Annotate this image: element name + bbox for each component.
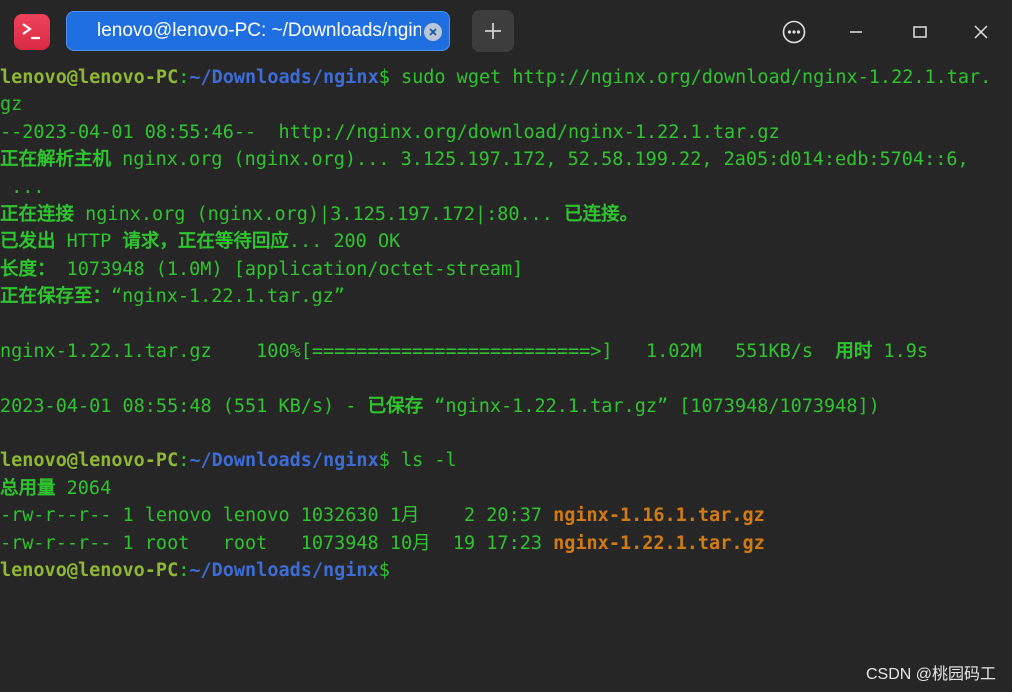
output-label: 正在解析主机 xyxy=(0,149,112,171)
minimize-button[interactable] xyxy=(838,14,874,50)
terminal-line: 正在保存至：“nginx-1.22.1.tar.gz” xyxy=(0,283,1012,310)
output-text: nginx.org (nginx.org)|3.125.197.172|:80.… xyxy=(74,203,565,225)
terminal-line: lenovo@lenovo-PC:~/Downloads/nginx$ xyxy=(0,557,1012,584)
prompt-path: ~/Downloads/nginx xyxy=(189,67,379,88)
command-wrap: gz xyxy=(0,94,23,116)
tab-terminal[interactable]: lenovo@lenovo-PC: ~/Downloads/nginx xyxy=(66,11,450,51)
terminal-line: 已发出 HTTP 请求，正在等待回应... 200 OK xyxy=(0,228,1012,255)
prompt-path: ~/Downloads/nginx xyxy=(189,450,379,472)
more-options-icon xyxy=(782,20,806,44)
prompt-colon: : xyxy=(178,450,190,472)
output-text: 1.9s xyxy=(872,340,929,362)
prompt-dollar: $ xyxy=(378,450,390,472)
file-name: nginx-1.16.1.tar.gz xyxy=(553,505,765,527)
file-row: -rw-r--r-- 1 root root 1073948 10月 19 17… xyxy=(0,530,1012,557)
terminal-line: 总用量 2064 xyxy=(0,475,1012,502)
close-icon xyxy=(974,25,988,39)
output-label: 已发出 xyxy=(0,231,56,253)
output-label: 总用量 xyxy=(0,477,56,499)
prompt-colon: : xyxy=(178,560,190,582)
prompt-dollar: $ xyxy=(378,560,390,582)
output-text: “nginx-1.22.1.tar.gz” [1073948/1073948]) xyxy=(423,395,880,417)
output-label: 已连接。 xyxy=(564,203,639,225)
file-row: -rw-r--r-- 1 lenovo lenovo 1032630 1月 2 … xyxy=(0,502,1012,529)
output-text: 2064 xyxy=(55,477,112,499)
prompt-path: ~/Downloads/nginx xyxy=(189,560,379,582)
terminal-line: 2023-04-01 08:55:48 (551 KB/s) - 已保存 “ng… xyxy=(0,393,1012,420)
terminal-line: lenovo@lenovo-PC:~/Downloads/nginx$ sudo… xyxy=(0,64,1012,91)
terminal-window: lenovo@lenovo-PC: ~/Downloads/nginx leno… xyxy=(0,0,1012,692)
terminal-line: ... xyxy=(0,174,1012,201)
watermark: CSDN @桃园码工 xyxy=(865,666,996,683)
terminal-line: 长度： 1073948 (1.0M) [application/octet-st… xyxy=(0,256,1012,283)
file-meta: -rw-r--r-- 1 root root 1073948 10月 19 17… xyxy=(0,532,554,554)
output-label: 已保存 xyxy=(367,395,424,417)
output-label: 请求，正在等待回应 xyxy=(122,231,289,253)
terminal-line: 正在连接 nginx.org (nginx.org)|3.125.197.172… xyxy=(0,201,1012,228)
output-text: nginx.org (nginx.org)... 3.125.197.172, … xyxy=(111,149,969,171)
file-name: nginx-1.22.1.tar.gz xyxy=(553,532,765,554)
terminal-line: gz xyxy=(0,91,1012,118)
prompt-user: lenovo@lenovo-PC xyxy=(0,450,179,472)
output-label: 正在连接 xyxy=(0,203,75,225)
menu-button[interactable] xyxy=(776,14,812,50)
title-bar: lenovo@lenovo-PC: ~/Downloads/nginx xyxy=(0,0,1012,64)
minimize-icon xyxy=(850,31,862,33)
prompt-dollar: $ xyxy=(378,67,390,88)
prompt-user: lenovo@lenovo-PC xyxy=(0,560,179,582)
maximize-button[interactable] xyxy=(902,14,938,50)
terminal-line: lenovo@lenovo-PC:~/Downloads/nginx$ ls -… xyxy=(0,447,1012,474)
output-text: --2023-04-01 08:55:46-- http://nginx.org… xyxy=(0,121,780,143)
output-text: 1073948 (1.0M) [application/octet-stream… xyxy=(55,258,524,280)
new-tab-button[interactable] xyxy=(472,10,514,52)
output-label: 正在保存至： xyxy=(0,286,112,308)
command-text: ls -l xyxy=(389,450,457,472)
tab-title: lenovo@lenovo-PC: ~/Downloads/nginx xyxy=(97,20,421,41)
command-text: sudo wget http://nginx.org/download/ngin… xyxy=(389,67,992,88)
close-icon[interactable] xyxy=(424,23,442,41)
terminal-output[interactable]: lenovo@lenovo-PC:~/Downloads/nginx$ sudo… xyxy=(0,64,1012,692)
terminal-app-icon[interactable] xyxy=(14,14,50,50)
file-meta: -rw-r--r-- 1 lenovo lenovo 1032630 1月 2 … xyxy=(0,505,554,527)
output-text: ... xyxy=(0,176,45,198)
terminal-line: --2023-04-01 08:55:46-- http://nginx.org… xyxy=(0,119,1012,146)
output-text: ... 200 OK xyxy=(288,231,401,253)
maximize-icon xyxy=(913,26,927,38)
close-window-button[interactable] xyxy=(963,14,999,50)
output-label: 用时 xyxy=(835,340,873,362)
output-label: 长度： xyxy=(0,258,56,280)
output-text: “nginx-1.22.1.tar.gz” xyxy=(111,286,345,308)
plus-icon xyxy=(485,23,501,39)
output-text: HTTP xyxy=(55,231,123,253)
output-text: 2023-04-01 08:55:48 (551 KB/s) - xyxy=(0,395,368,417)
prompt-user: lenovo@lenovo-PC xyxy=(0,67,179,88)
terminal-line: nginx-1.22.1.tar.gz 100%[===============… xyxy=(0,338,1012,365)
terminal-line: 正在解析主机 nginx.org (nginx.org)... 3.125.19… xyxy=(0,146,1012,173)
progress-text: nginx-1.22.1.tar.gz 100%[===============… xyxy=(0,340,836,362)
prompt-colon: : xyxy=(178,67,190,88)
